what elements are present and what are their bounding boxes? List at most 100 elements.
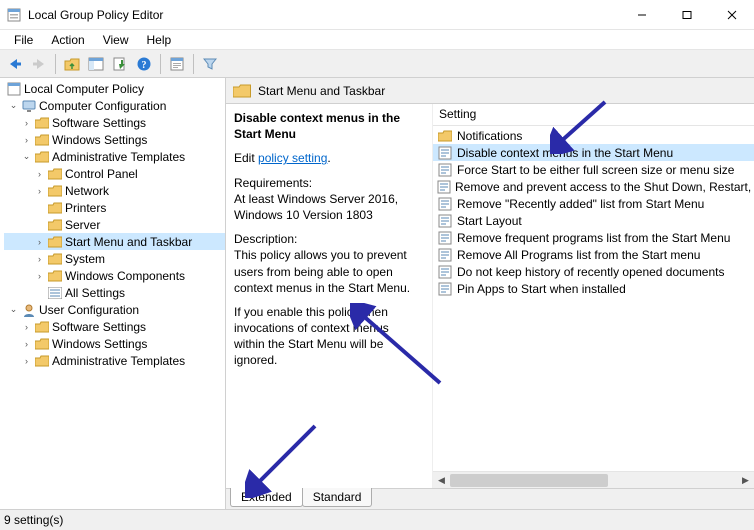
back-button[interactable]	[4, 53, 26, 75]
tree-label: Windows Components	[65, 269, 185, 283]
chevron-right-icon[interactable]: ›	[34, 169, 45, 179]
list-row[interactable]: Remove "Recently added" list from Start …	[433, 195, 754, 212]
list-row[interactable]: Pin Apps to Start when installed	[433, 280, 754, 297]
export-list-button[interactable]	[109, 53, 131, 75]
list-row[interactable]: Force Start to be either full screen siz…	[433, 161, 754, 178]
policy-icon	[437, 196, 453, 212]
tree-computer-configuration[interactable]: ⌄ Computer Configuration	[4, 97, 225, 114]
tree-control-panel[interactable]: › Control Panel	[4, 165, 225, 182]
filter-button[interactable]	[199, 53, 221, 75]
tree-software-settings[interactable]: › Software Settings	[4, 114, 225, 131]
chevron-down-icon[interactable]: ⌄	[21, 151, 32, 162]
tree-system[interactable]: › System	[4, 250, 225, 267]
help-button[interactable]: ?	[133, 53, 155, 75]
tree-network[interactable]: › Network	[4, 182, 225, 199]
chevron-right-icon[interactable]: ›	[34, 271, 45, 281]
tree-label: Network	[65, 184, 109, 198]
list-row-label: Notifications	[457, 129, 522, 143]
chevron-down-icon[interactable]: ⌄	[8, 100, 19, 111]
folder-icon	[34, 319, 50, 335]
chevron-right-icon[interactable]: ›	[34, 186, 45, 196]
policy-icon	[437, 230, 453, 246]
toolbar-separator	[160, 54, 161, 74]
chevron-down-icon[interactable]: ⌄	[8, 304, 19, 315]
show-hide-tree-button[interactable]	[85, 53, 107, 75]
close-button[interactable]	[709, 0, 754, 30]
list-row[interactable]: Remove and prevent access to the Shut Do…	[433, 178, 754, 195]
properties-button[interactable]	[166, 53, 188, 75]
scrollbar-thumb[interactable]	[450, 474, 608, 487]
chevron-right-icon[interactable]: ›	[21, 339, 32, 349]
list-body[interactable]: NotificationsDisable context menus in th…	[433, 126, 754, 471]
tree-user-configuration[interactable]: ⌄ User Configuration	[4, 301, 225, 318]
horizontal-scrollbar[interactable]: ◀ ▶	[433, 471, 754, 488]
tree-root-label: Local Computer Policy	[24, 82, 144, 96]
tree-all-settings[interactable]: All Settings	[4, 284, 225, 301]
list-row[interactable]: Remove All Programs list from the Start …	[433, 246, 754, 263]
tree-label: Windows Settings	[52, 133, 147, 147]
tree-pane[interactable]: Local Computer Policy ⌄ Computer Configu…	[0, 78, 226, 509]
chevron-right-icon[interactable]: ›	[21, 118, 32, 128]
edit-policy-link[interactable]: policy setting	[258, 151, 327, 165]
policy-icon	[437, 179, 451, 195]
list-row[interactable]: Remove frequent programs list from the S…	[433, 229, 754, 246]
list-row-label: Start Layout	[457, 214, 522, 228]
menu-file[interactable]: File	[6, 31, 41, 49]
list-row-label: Remove All Programs list from the Start …	[457, 248, 700, 262]
tree-label: Control Panel	[65, 167, 138, 181]
list-row-label: Force Start to be either full screen siz…	[457, 163, 734, 177]
list-row-label: Do not keep history of recently opened d…	[457, 265, 725, 279]
folder-icon	[47, 217, 63, 233]
scrollbar-track[interactable]	[450, 472, 737, 489]
tree-windows-components[interactable]: › Windows Components	[4, 267, 225, 284]
menu-view[interactable]: View	[95, 31, 137, 49]
folder-icon	[34, 115, 50, 131]
tab-extended[interactable]: Extended	[230, 488, 303, 507]
up-button[interactable]	[61, 53, 83, 75]
tree-user-software-settings[interactable]: › Software Settings	[4, 318, 225, 335]
tree-start-menu-taskbar[interactable]: › Start Menu and Taskbar	[4, 233, 225, 250]
tree-user-admin-templates[interactable]: › Administrative Templates	[4, 352, 225, 369]
tree-label: Windows Settings	[52, 337, 147, 351]
description-text-2: If you enable this policy, then invocati…	[234, 305, 389, 368]
chevron-right-icon[interactable]: ›	[21, 356, 32, 366]
list-column-header[interactable]: Setting	[433, 104, 754, 126]
tree-user-windows-settings[interactable]: › Windows Settings	[4, 335, 225, 352]
tree-server[interactable]: Server	[4, 216, 225, 233]
tree-label: User Configuration	[39, 303, 139, 317]
maximize-button[interactable]	[664, 0, 709, 30]
tree-root[interactable]: Local Computer Policy	[4, 80, 225, 97]
chevron-right-icon[interactable]: ›	[21, 322, 32, 332]
menu-help[interactable]: Help	[139, 31, 180, 49]
tree-label: Administrative Templates	[52, 354, 185, 368]
tree-printers[interactable]: Printers	[4, 199, 225, 216]
location-text: Start Menu and Taskbar	[258, 84, 385, 98]
tree-label: Computer Configuration	[39, 99, 166, 113]
folder-icon	[34, 132, 50, 148]
chevron-right-icon[interactable]: ›	[34, 237, 45, 247]
window-title: Local Group Policy Editor	[28, 0, 619, 30]
status-bar: 9 setting(s)	[0, 510, 754, 530]
chevron-right-icon[interactable]: ›	[34, 254, 45, 264]
selected-item-title: Disable context menus in the Start Menu	[234, 110, 422, 142]
list-row[interactable]: Start Layout	[433, 212, 754, 229]
list-row[interactable]: Do not keep history of recently opened d…	[433, 263, 754, 280]
view-tabs: Extended Standard	[226, 488, 754, 509]
menubar: File Action View Help	[0, 30, 754, 50]
right-body: Disable context menus in the Start Menu …	[226, 104, 754, 488]
folder-icon	[437, 128, 453, 144]
list-row[interactable]: Notifications	[433, 127, 754, 144]
list-row-label: Remove "Recently added" list from Start …	[457, 197, 704, 211]
forward-button[interactable]	[28, 53, 50, 75]
toolbar-separator	[55, 54, 56, 74]
tree-admin-templates[interactable]: ⌄ Administrative Templates	[4, 148, 225, 165]
scroll-right-button[interactable]: ▶	[737, 472, 754, 489]
list-row[interactable]: Disable context menus in the Start Menu	[433, 144, 754, 161]
chevron-right-icon[interactable]: ›	[21, 135, 32, 145]
tree-windows-settings[interactable]: › Windows Settings	[4, 131, 225, 148]
policy-icon	[437, 247, 453, 263]
minimize-button[interactable]	[619, 0, 664, 30]
tab-standard[interactable]: Standard	[302, 488, 373, 507]
menu-action[interactable]: Action	[43, 31, 92, 49]
scroll-left-button[interactable]: ◀	[433, 472, 450, 489]
